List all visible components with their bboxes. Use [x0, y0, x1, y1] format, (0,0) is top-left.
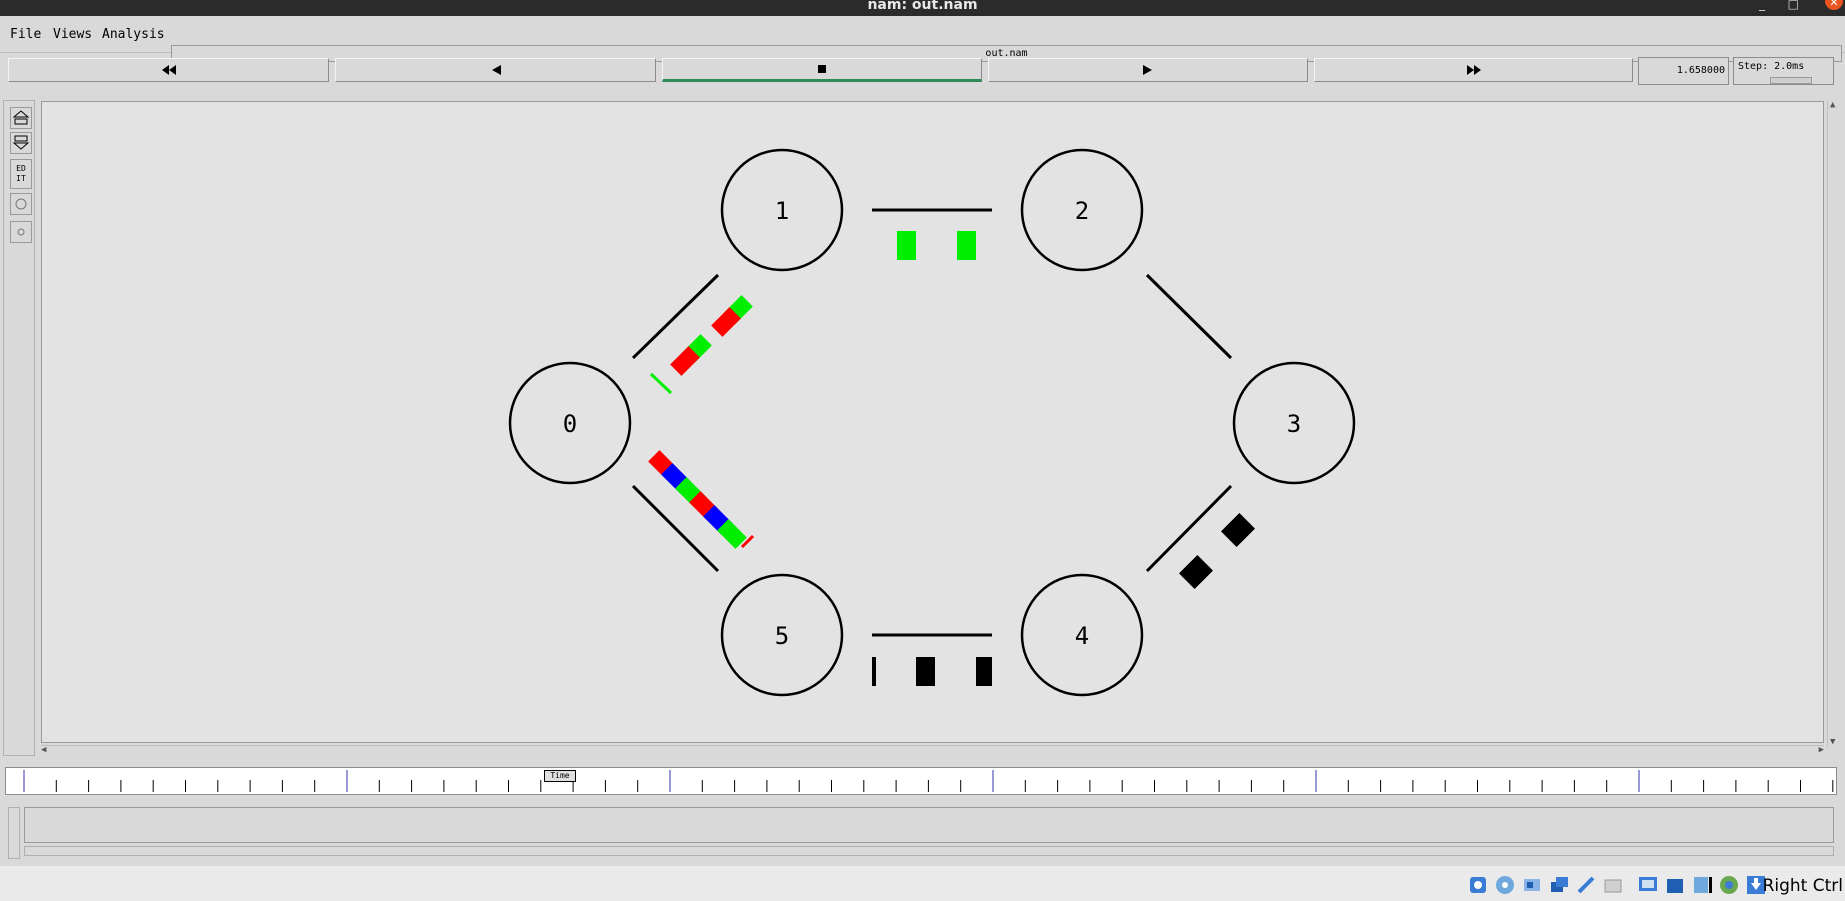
shared-folder-icon[interactable] [1602, 874, 1624, 896]
window-titlebar: nam: out.nam _ □ ✕ [0, 0, 1845, 16]
optical-drive-icon[interactable] [1494, 874, 1516, 896]
link-2-3 [1145, 273, 1233, 360]
usb-icon[interactable] [1575, 874, 1597, 896]
step-slider[interactable] [1770, 77, 1812, 84]
time-display: 1.658000 [1638, 57, 1729, 85]
stop-icon [818, 65, 826, 73]
node-5[interactable]: 5 [720, 573, 844, 697]
cpu-icon[interactable] [1691, 874, 1713, 896]
node-0[interactable]: 0 [508, 361, 632, 485]
video-capture-icon[interactable] [1664, 874, 1686, 896]
menu-analysis[interactable]: Analysis [102, 27, 165, 42]
menu-file[interactable]: File [10, 27, 41, 42]
node-0-label: 0 [563, 410, 577, 438]
small-circle-icon [17, 228, 25, 236]
fast-forward-icon [1466, 65, 1481, 75]
packets-link-0-1 [649, 295, 753, 395]
annotation-vertical-scrollbar[interactable] [8, 807, 20, 859]
play-button[interactable] [988, 58, 1308, 82]
zoom-out-icon [12, 135, 30, 150]
packet-green [897, 231, 916, 260]
packet-black [976, 657, 992, 686]
timeline-thumb[interactable]: Time [544, 770, 576, 782]
node-4-label: 4 [1075, 622, 1089, 650]
edit-tool[interactable]: ED IT [10, 159, 32, 189]
guest-additions-icon[interactable] [1718, 874, 1740, 896]
timeline-ticks [23, 770, 1834, 792]
annotation-panel [24, 807, 1834, 843]
node-2[interactable]: 2 [1020, 148, 1144, 272]
node-1[interactable]: 1 [720, 148, 844, 272]
minimize-button[interactable]: _ [1759, 0, 1765, 11]
step-control[interactable]: Step: 2.0ms [1733, 57, 1834, 85]
hard-disk-icon[interactable] [1467, 874, 1489, 896]
play-icon [1143, 65, 1152, 75]
display-icon[interactable] [1637, 874, 1659, 896]
annotation-horizontal-scrollbar[interactable] [24, 846, 1834, 856]
step-back-icon [491, 65, 501, 75]
network-icon[interactable] [1548, 874, 1570, 896]
canvas-vertical-scrollbar[interactable]: ▲ ▼ [1827, 100, 1842, 747]
packet-black [916, 657, 935, 686]
zoom-out-tool[interactable] [10, 132, 32, 154]
packet-green [957, 231, 976, 260]
rewind-fast-icon [161, 65, 176, 75]
zoom-in-tool[interactable] [10, 107, 32, 129]
packet-black [872, 657, 876, 686]
audio-icon[interactable] [1521, 874, 1543, 896]
scroll-up-icon[interactable]: ▲ [1830, 100, 1835, 110]
maximize-button[interactable]: □ [1788, 0, 1799, 11]
packets-link-0-5 [648, 450, 755, 549]
host-key-label: Right Ctrl [1762, 876, 1843, 896]
node-1-label: 1 [775, 197, 789, 225]
node-3[interactable]: 3 [1232, 361, 1356, 485]
node-4[interactable]: 4 [1020, 573, 1144, 697]
node-3-label: 3 [1287, 410, 1301, 438]
scroll-right-icon[interactable]: ▶ [1819, 745, 1824, 755]
packet-green [649, 372, 673, 395]
link-3-4 [1145, 484, 1233, 573]
menu-views[interactable]: Views [53, 27, 92, 42]
node-5-label: 5 [775, 622, 789, 650]
canvas-horizontal-scrollbar[interactable]: ◀ ▶ [41, 745, 1824, 756]
node-2-label: 2 [1075, 197, 1089, 225]
circle-icon [15, 198, 27, 210]
network-topology: 0 1 2 3 4 5 [508, 148, 1356, 697]
rewind-fast-button[interactable] [8, 58, 329, 82]
tool-palette: ED IT [3, 100, 35, 756]
small-node-tool[interactable] [10, 221, 32, 243]
scroll-down-icon[interactable]: ▼ [1830, 737, 1835, 747]
step-back-button[interactable] [335, 58, 656, 82]
node-tool[interactable] [10, 193, 32, 215]
window-title: nam: out.nam [867, 0, 978, 13]
packet-black [1221, 513, 1255, 547]
packet-black [1179, 555, 1213, 589]
scroll-left-icon[interactable]: ◀ [41, 745, 46, 755]
zoom-in-icon [12, 110, 30, 125]
stop-button[interactable] [662, 58, 982, 82]
timeline-slider[interactable]: Time [5, 767, 1837, 795]
fast-forward-button[interactable] [1314, 58, 1633, 82]
network-canvas[interactable]: 0 1 2 3 4 5 [41, 101, 1824, 743]
menu-bar: File Views Analysis out.nam [0, 18, 1845, 62]
step-label: Step: 2.0ms [1738, 61, 1805, 72]
